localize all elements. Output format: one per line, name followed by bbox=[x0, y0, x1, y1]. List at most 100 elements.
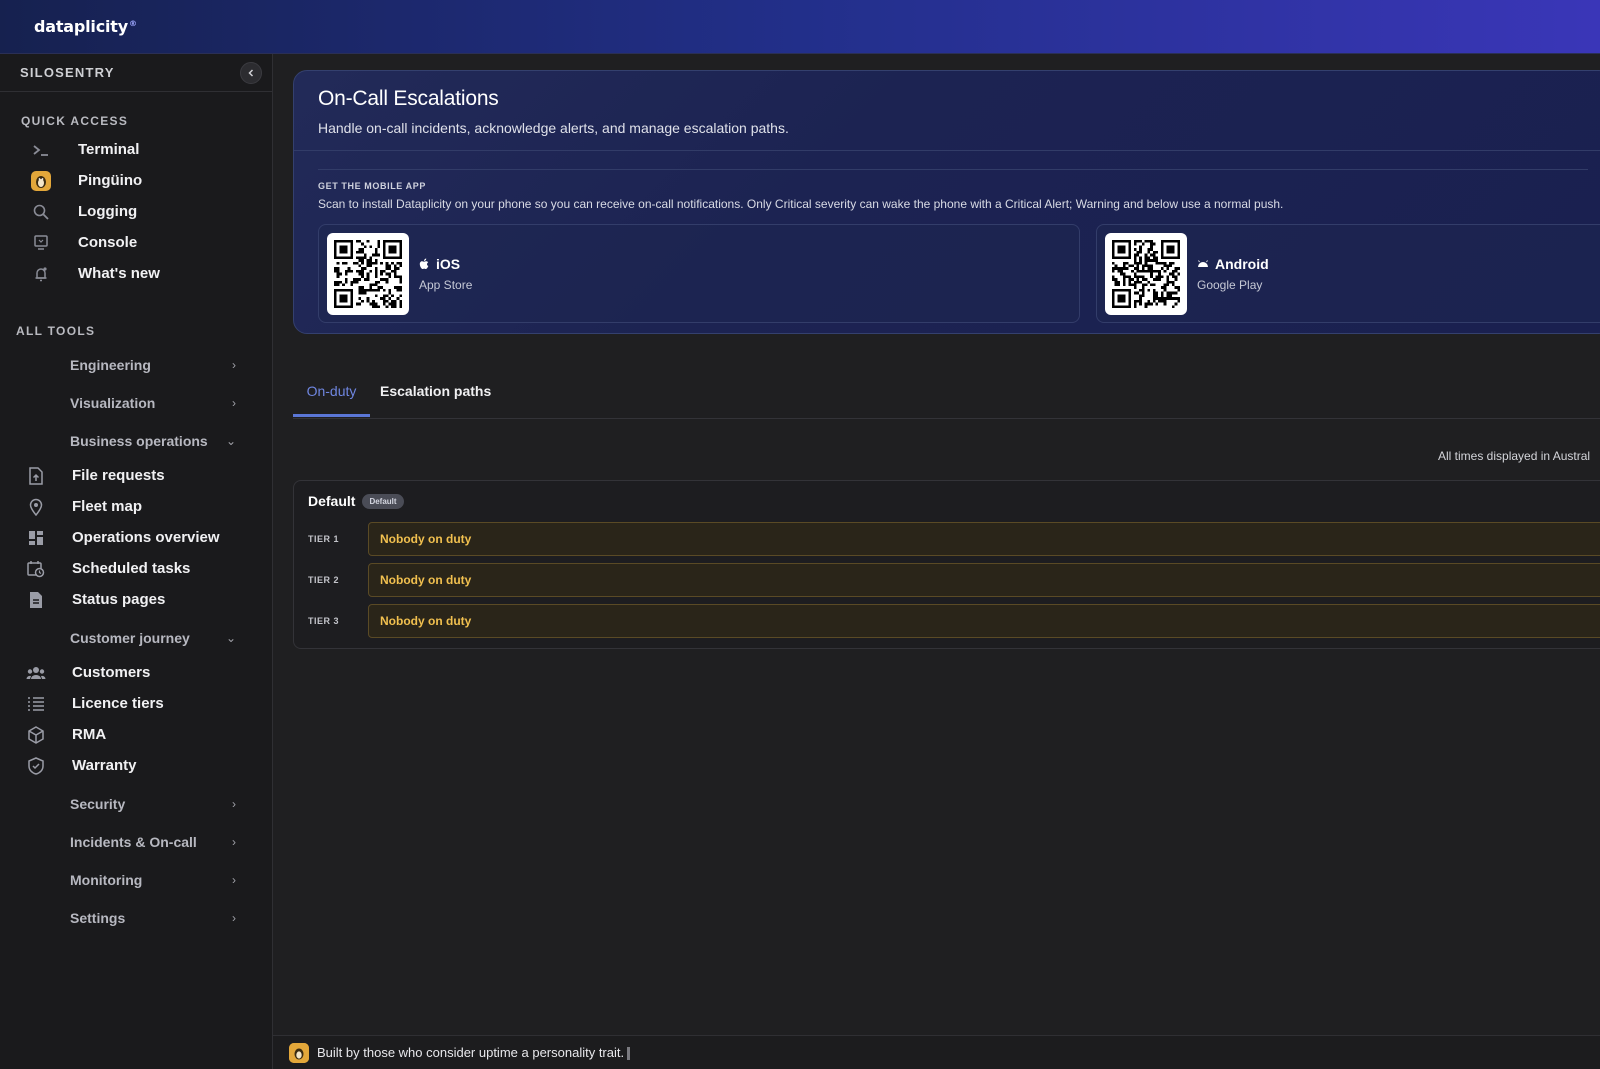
brand-logo[interactable]: dataplicity® bbox=[34, 17, 137, 36]
sidebar-item-label: Licence tiers bbox=[72, 695, 164, 712]
box-icon bbox=[25, 724, 47, 746]
chevron-right-icon: › bbox=[232, 835, 236, 849]
ios-qr-code bbox=[327, 232, 409, 315]
mobile-app-section: GET THE MOBILE APP Scan to install Datap… bbox=[294, 169, 1600, 211]
footer-tagline: Built by those who consider uptime a per… bbox=[317, 1044, 631, 1061]
chevron-right-icon: › bbox=[232, 797, 236, 811]
chevron-right-icon: › bbox=[232, 911, 236, 925]
android-store-name: Android bbox=[1215, 255, 1269, 272]
chevron-down-icon: ⌄ bbox=[225, 631, 236, 645]
apple-icon bbox=[419, 258, 429, 269]
dashboard-icon bbox=[25, 527, 47, 549]
tier-label: TIER 1 bbox=[308, 534, 340, 544]
tier-status[interactable]: Nobody on duty bbox=[368, 522, 1600, 556]
group-business-operations[interactable]: Business operations ⌄ bbox=[0, 422, 272, 460]
group-engineering[interactable]: Engineering › bbox=[0, 346, 272, 384]
bell-icon bbox=[29, 262, 53, 286]
android-icon bbox=[1198, 259, 1208, 267]
divider bbox=[318, 169, 1588, 170]
mobile-app-label: GET THE MOBILE APP bbox=[318, 181, 426, 191]
sidebar-item-rma[interactable]: RMA bbox=[0, 719, 272, 750]
sidebar-item-scheduled-tasks[interactable]: Scheduled tasks bbox=[0, 553, 272, 584]
penguin-icon bbox=[29, 169, 53, 193]
quick-access-label-console: Console bbox=[78, 234, 138, 251]
sidebar-item-status-pages[interactable]: Status pages bbox=[0, 584, 272, 615]
quick-access-label-terminal: Terminal bbox=[78, 141, 140, 158]
tier-row: TIER 1 Nobody on duty bbox=[308, 522, 1600, 556]
page-title: On-Call Escalations bbox=[318, 87, 499, 110]
group-label-business-operations: Business operations bbox=[70, 433, 208, 449]
sidebar-item-label: Fleet map bbox=[72, 498, 143, 515]
calendar-clock-icon bbox=[25, 558, 47, 580]
file-upload-icon bbox=[25, 465, 47, 487]
document-icon bbox=[25, 589, 47, 611]
android-store-card[interactable]: Android Google Play bbox=[1096, 224, 1600, 323]
path-name: Default bbox=[308, 493, 356, 509]
group-label-customer-journey: Customer journey bbox=[70, 630, 190, 646]
sidebar: SILOSENTRY QUICK ACCESS Terminal Pingüin… bbox=[0, 54, 273, 1069]
sidebar-item-licence-tiers[interactable]: Licence tiers bbox=[0, 688, 272, 719]
chevron-right-icon: › bbox=[232, 358, 236, 372]
monitor-icon bbox=[29, 231, 53, 255]
sidebar-item-customers[interactable]: Customers bbox=[0, 657, 272, 688]
chevron-right-icon: › bbox=[232, 396, 236, 410]
top-bar: dataplicity® bbox=[0, 0, 1600, 54]
search-icon bbox=[29, 200, 53, 224]
android-qr-code bbox=[1105, 232, 1187, 315]
sidebar-item-operations-overview[interactable]: Operations overview bbox=[0, 522, 272, 553]
sidebar-item-warranty[interactable]: Warranty bbox=[0, 750, 272, 781]
quick-access-console[interactable]: Console bbox=[0, 227, 272, 258]
chevron-left-icon bbox=[248, 68, 254, 77]
sidebar-item-label: Operations overview bbox=[72, 529, 220, 546]
org-switcher: SILOSENTRY bbox=[0, 54, 272, 92]
group-customer-journey[interactable]: Customer journey ⌄ bbox=[0, 619, 272, 657]
penguin-icon bbox=[289, 1042, 309, 1063]
tier-row: TIER 2 Nobody on duty bbox=[308, 563, 1600, 597]
list-icon bbox=[25, 693, 47, 715]
hero-card: On-Call Escalations Handle on-call incid… bbox=[293, 70, 1600, 334]
footer-tagline-text: Built by those who consider uptime a per… bbox=[317, 1044, 625, 1060]
sidebar-item-fleet-map[interactable]: Fleet map bbox=[0, 491, 272, 522]
tier-status[interactable]: Nobody on duty bbox=[368, 563, 1600, 597]
all-tools-list: Engineering › Visualization › Business o… bbox=[0, 346, 272, 937]
quick-access-whats-new[interactable]: What's new bbox=[0, 258, 272, 289]
people-icon bbox=[25, 662, 47, 684]
group-settings[interactable]: Settings › bbox=[0, 899, 272, 937]
sidebar-item-label: File requests bbox=[72, 467, 165, 484]
group-monitoring[interactable]: Monitoring › bbox=[0, 861, 272, 899]
group-label-monitoring: Monitoring bbox=[70, 872, 143, 888]
chevron-right-icon: › bbox=[232, 873, 236, 887]
group-visualization[interactable]: Visualization › bbox=[0, 384, 272, 422]
shield-icon bbox=[25, 755, 47, 777]
escalation-path-card: Default Default TIER 1 Nobody on duty TI… bbox=[293, 480, 1600, 649]
tab-on-duty[interactable]: On-duty bbox=[293, 383, 370, 417]
ios-store-card[interactable]: iOS App Store bbox=[318, 224, 1080, 323]
org-name: SILOSENTRY bbox=[20, 65, 115, 80]
tab-escalation-paths[interactable]: Escalation paths bbox=[380, 383, 491, 417]
sidebar-item-label: Customers bbox=[72, 664, 151, 681]
group-security[interactable]: Security › bbox=[0, 785, 272, 823]
group-incidents[interactable]: Incidents & On-call › bbox=[0, 823, 272, 861]
quick-access-logging[interactable]: Logging bbox=[0, 196, 272, 227]
quick-access-terminal[interactable]: Terminal bbox=[0, 134, 272, 165]
footer: Built by those who consider uptime a per… bbox=[273, 1035, 1600, 1069]
sidebar-item-file-requests[interactable]: File requests bbox=[0, 460, 272, 491]
quick-access-label-pinguino: Pingüino bbox=[78, 172, 143, 189]
map-pin-icon bbox=[25, 496, 47, 518]
terminal-icon bbox=[29, 138, 53, 162]
text-cursor bbox=[627, 1047, 631, 1061]
group-label-security: Security bbox=[70, 796, 126, 812]
tier-status[interactable]: Nobody on duty bbox=[368, 604, 1600, 638]
android-store-label: Google Play bbox=[1197, 277, 1263, 292]
collapse-sidebar-button[interactable] bbox=[240, 61, 262, 84]
quick-access-pinguino[interactable]: Pingüino bbox=[0, 165, 272, 196]
mobile-app-description: Scan to install Dataplicity on your phon… bbox=[318, 197, 1284, 211]
quick-access-label-whats-new: What's new bbox=[78, 265, 160, 282]
sidebar-item-label: Scheduled tasks bbox=[72, 560, 191, 577]
tier-label: TIER 2 bbox=[308, 575, 340, 585]
quick-access-label-logging: Logging bbox=[78, 203, 138, 220]
page-subtitle: Handle on-call incidents, acknowledge al… bbox=[318, 120, 789, 136]
group-label-visualization: Visualization bbox=[70, 395, 156, 411]
ios-store-name: iOS bbox=[436, 255, 461, 272]
tier-row: TIER 3 Nobody on duty bbox=[308, 604, 1600, 638]
